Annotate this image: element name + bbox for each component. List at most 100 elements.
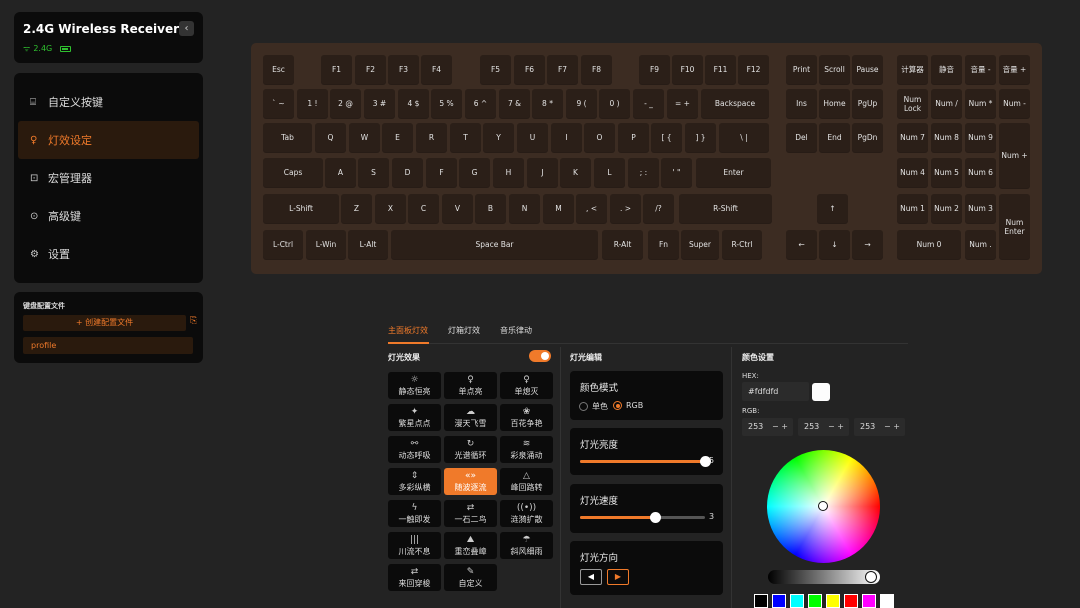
key[interactable]: R-Ctrl (722, 230, 762, 259)
color-swatch[interactable] (880, 594, 894, 608)
key[interactable]: Home (819, 89, 850, 118)
key[interactable]: F9 (639, 55, 670, 84)
slider-thumb[interactable] (650, 512, 661, 523)
key[interactable]: P (618, 123, 649, 152)
mode-rgb-radio[interactable]: RGB (613, 401, 643, 410)
key[interactable]: Space Bar (391, 230, 598, 259)
key[interactable]: = + (667, 89, 698, 118)
key[interactable]: L-Alt (348, 230, 388, 259)
key[interactable]: K (560, 158, 591, 187)
color-swatch[interactable] (826, 594, 840, 608)
effect-edit[interactable]: ✎ 自定义 (444, 564, 497, 591)
effect-lightning[interactable]: ϟ 一触即发 (388, 500, 441, 527)
key[interactable]: L-Win (306, 230, 346, 259)
key[interactable]: PgDn (852, 123, 883, 152)
key[interactable]: Caps (263, 158, 323, 187)
key[interactable]: 静音 (931, 55, 962, 84)
effect-peak[interactable]: △ 峰回路转 (500, 468, 553, 495)
effect-flower[interactable]: ❀ 百花争艳 (500, 404, 553, 431)
effect-updown[interactable]: ⇕ 多彩纵横 (388, 468, 441, 495)
sidebar-item-advanced[interactable]: ⊙ 高级键 (18, 197, 199, 235)
key[interactable]: L-Ctrl (263, 230, 303, 259)
brightness-gradient-bar[interactable] (768, 570, 880, 584)
key[interactable]: M (543, 194, 574, 223)
key[interactable]: Num + (999, 123, 1030, 188)
direction-left-button[interactable]: ◀ (580, 569, 602, 585)
color-swatch[interactable] (772, 594, 786, 608)
key[interactable]: E (382, 123, 413, 152)
key[interactable]: N (509, 194, 540, 223)
key[interactable]: Num . (965, 230, 996, 259)
key[interactable]: [ { (651, 123, 682, 152)
import-icon[interactable]: ⎘ (190, 316, 197, 326)
key[interactable]: R (416, 123, 447, 152)
key[interactable]: Num Enter (999, 194, 1030, 259)
tab-music[interactable]: 音乐律动 (500, 325, 532, 336)
effect-swap[interactable]: ⇄ 一石二鸟 (444, 500, 497, 527)
key[interactable]: 4 $ (398, 89, 429, 118)
key[interactable]: Esc (263, 55, 294, 84)
key[interactable]: ↑ (817, 194, 848, 223)
key[interactable]: 3 # (364, 89, 395, 118)
effect-mountain[interactable]: ⛰ 重峦叠嶂 (444, 532, 497, 559)
effect-sun[interactable]: ☼ 静态恒亮 (388, 372, 441, 399)
key[interactable]: R-Shift (679, 194, 772, 223)
key[interactable]: Num 6 (965, 158, 996, 187)
key[interactable]: Scroll (819, 55, 850, 84)
key[interactable]: 5 % (431, 89, 462, 118)
key[interactable]: D (392, 158, 423, 187)
key[interactable]: /? (643, 194, 674, 223)
key[interactable]: Num 8 (931, 123, 962, 152)
effect-stars[interactable]: ✦ 繁星点点 (388, 404, 441, 431)
key[interactable]: 计算器 (897, 55, 928, 84)
effect-shuttle[interactable]: ⇄ 来回穿梭 (388, 564, 441, 591)
key[interactable]: 1 ! (297, 89, 328, 118)
color-swatch[interactable] (862, 594, 876, 608)
key[interactable]: Num 0 (897, 230, 961, 259)
key[interactable]: End (819, 123, 850, 152)
sidebar-item-lighting[interactable]: ♀ 灯效设定 (18, 121, 199, 159)
key[interactable]: F11 (705, 55, 736, 84)
effect-snow-cloud[interactable]: ☁ 漫天飞雪 (444, 404, 497, 431)
key[interactable]: F2 (355, 55, 386, 84)
key[interactable]: 6 ^ (465, 89, 496, 118)
red-stepper[interactable]: 253 − + (742, 418, 793, 436)
create-profile-button[interactable]: + 创建配置文件 (23, 315, 186, 331)
effect-bulb-off[interactable]: ♀ 单熄灭 (500, 372, 553, 399)
lighting-toggle[interactable] (529, 350, 551, 362)
key[interactable]: 音量 - (965, 55, 996, 84)
sidebar-item-custom-keys[interactable]: ⌸ 自定义按键 (18, 83, 199, 121)
key[interactable]: ' " (661, 158, 692, 187)
key[interactable]: F6 (514, 55, 545, 84)
key[interactable]: U (517, 123, 548, 152)
key[interactable]: ↓ (819, 230, 850, 259)
sidebar-item-settings[interactable]: ⚙ 设置 (18, 235, 199, 273)
key[interactable]: W (349, 123, 380, 152)
effect-breath[interactable]: ⚯ 动态呼吸 (388, 436, 441, 463)
key[interactable]: Num 2 (931, 194, 962, 223)
color-swatch[interactable] (790, 594, 804, 608)
stepper-buttons[interactable]: − + (772, 418, 788, 436)
collapse-button[interactable]: ‹ (179, 21, 194, 36)
direction-right-button[interactable]: ▶ (607, 569, 629, 585)
key[interactable]: Num / (931, 89, 962, 118)
key[interactable]: Num Lock (897, 89, 928, 118)
key[interactable]: \ | (719, 123, 769, 152)
color-swatch[interactable] (754, 594, 768, 608)
key[interactable]: Num 4 (897, 158, 928, 187)
effect-cycle[interactable]: ↻ 光谱循环 (444, 436, 497, 463)
key[interactable]: Y (483, 123, 514, 152)
key[interactable]: R-Alt (602, 230, 643, 259)
effect-wave[interactable]: «» 随波逐流 (444, 468, 497, 495)
key[interactable]: T (450, 123, 481, 152)
effect-stream[interactable]: ||| 川流不息 (388, 532, 441, 559)
key[interactable]: - _ (633, 89, 664, 118)
profile-item[interactable]: profile (23, 337, 193, 354)
key[interactable]: Fn (648, 230, 679, 259)
key[interactable]: ; : (628, 158, 659, 187)
effect-fountain[interactable]: ≋ 彩泉涌动 (500, 436, 553, 463)
key[interactable]: Q (315, 123, 346, 152)
tab-main-panel[interactable]: 主面板灯效 (388, 325, 428, 336)
key[interactable]: Pause (852, 55, 883, 84)
key[interactable]: PgUp (852, 89, 883, 118)
